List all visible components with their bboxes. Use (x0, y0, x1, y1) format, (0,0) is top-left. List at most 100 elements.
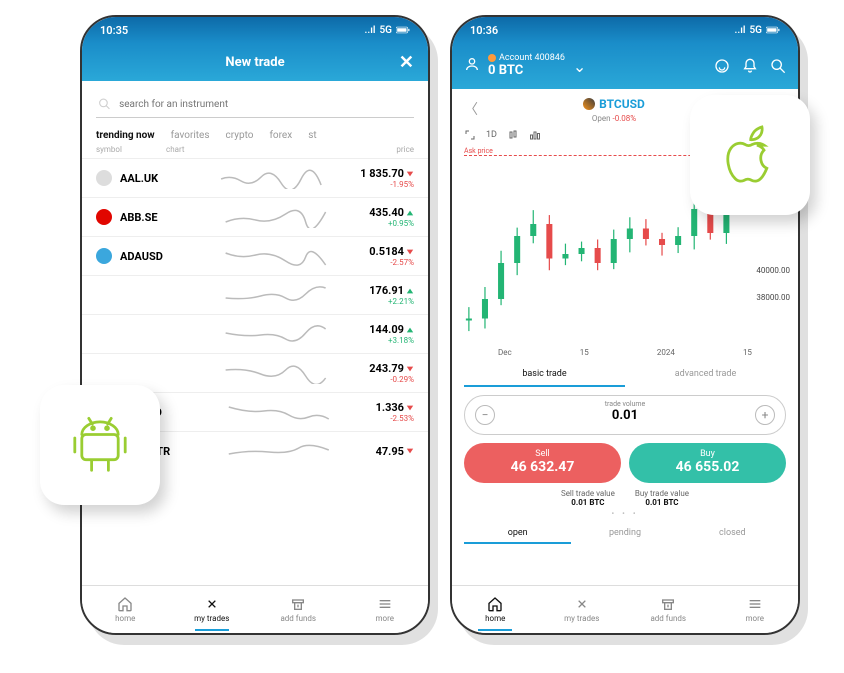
tab-favorites[interactable]: favorites (171, 130, 210, 141)
nav-my-trades[interactable]: my trades (169, 586, 256, 633)
volume-plus-button[interactable]: + (755, 405, 775, 425)
status-bar: 10:35 ..ıl5G (82, 17, 428, 43)
symbol-badge (96, 209, 112, 225)
nav-home[interactable]: home (82, 586, 169, 633)
symbol-name: AAL.UK (120, 172, 182, 185)
search-icon[interactable] (770, 58, 786, 74)
nav-add-funds[interactable]: add funds (625, 586, 712, 633)
tab-forex[interactable]: forex (269, 130, 292, 141)
tab-advanced-trade[interactable]: advanced trade (625, 363, 786, 387)
status-icons: ..ıl5G (735, 25, 780, 36)
status-icons: ..ıl5G (365, 25, 410, 36)
position-state-tabs: open pending closed (464, 524, 786, 544)
sparkline (190, 284, 361, 306)
phone-trade-list: 10:35 ..ıl5G New trade ✕ trending now fa… (80, 15, 430, 635)
price-value: 144.09 (369, 323, 414, 336)
android-badge (40, 385, 160, 505)
screen-title: New trade (225, 55, 284, 70)
price-change: -1.95% (360, 180, 414, 189)
search-field[interactable] (119, 99, 412, 110)
price-change: +3.18% (369, 336, 414, 345)
column-headers: symbol chart price (82, 143, 428, 158)
bottom-nav: homemy tradesadd fundsmore (82, 585, 428, 633)
price-change: -2.53% (376, 414, 414, 423)
y-axis: 40000.00 38000.00 (756, 266, 790, 302)
trade-buttons: Sell 46 632.47 Buy 46 655.02 (464, 443, 786, 483)
pair-symbol: BTCUSD (583, 97, 645, 111)
account-header: Account 400846 0 BTC ⌄ (452, 43, 798, 89)
instrument-row[interactable]: 176.91 +2.21% (82, 275, 428, 314)
clock: 10:36 (470, 24, 498, 37)
trade-mode-tabs: basic trade advanced trade (464, 363, 786, 387)
timeframe-1d[interactable]: 1D (486, 130, 497, 140)
back-icon[interactable]: 〈 (464, 99, 478, 119)
nav-more[interactable]: more (712, 586, 799, 633)
sparkline (190, 401, 368, 423)
apple-icon (715, 120, 785, 190)
volume-minus-button[interactable]: − (475, 405, 495, 425)
indicators-icon[interactable] (529, 129, 541, 141)
price-value: 47.95 (376, 445, 414, 458)
symbol-badge (96, 365, 112, 381)
category-tabs: trending now favorites crypto forex st (82, 124, 428, 143)
sparkline (190, 362, 361, 384)
tab-stocks[interactable]: st (308, 130, 316, 141)
tab-closed[interactable]: closed (679, 524, 786, 544)
sparkline (190, 206, 361, 228)
tab-basic-trade[interactable]: basic trade (464, 363, 625, 387)
account-label: Account 400846 (499, 54, 565, 64)
candle-icon[interactable] (507, 129, 519, 141)
chevron-down-icon[interactable]: ⌄ (573, 57, 586, 76)
sell-button[interactable]: Sell 46 632.47 (464, 443, 621, 483)
volume-value[interactable]: 0.01 (612, 408, 638, 423)
tab-crypto[interactable]: crypto (226, 130, 254, 141)
close-icon[interactable]: ✕ (399, 52, 414, 73)
tab-pending[interactable]: pending (571, 524, 678, 544)
bottom-nav: homemy tradesadd fundsmore (452, 585, 798, 633)
page-dots: • • • (452, 509, 798, 518)
price-value: 243.79 (369, 362, 414, 375)
tab-trending[interactable]: trending now (96, 130, 155, 141)
user-icon[interactable] (464, 56, 480, 76)
nav-more[interactable]: more (342, 586, 429, 633)
search-icon (98, 97, 111, 111)
expand-icon[interactable] (464, 129, 476, 141)
trade-volume-control: − trade volume 0.01 + (464, 395, 786, 435)
instrument-row[interactable]: ADAUSD 0.5184 -2.57% (82, 236, 428, 275)
sparkline (190, 167, 352, 189)
price-change: -2.57% (369, 258, 414, 267)
price-value: 435.40 (369, 206, 414, 219)
status-bar: 10:36 ..ıl5G (452, 17, 798, 43)
symbol-name: ABB.SE (120, 211, 182, 224)
android-icon (65, 410, 135, 480)
support-icon[interactable] (714, 58, 730, 74)
symbol-badge (96, 326, 112, 342)
price-change: +0.95% (369, 219, 414, 228)
tab-open[interactable]: open (464, 524, 571, 544)
trade-value-row: Sell trade value0.01 BTC Buy trade value… (464, 489, 786, 507)
symbol-badge (96, 287, 112, 303)
price-value: 0.5184 (369, 245, 414, 258)
instrument-row[interactable]: AAL.UK 1 835.70 -1.95% (82, 158, 428, 197)
account-balance: 0 BTC (488, 63, 565, 78)
price-value: 1 835.70 (360, 167, 414, 180)
screen-header: New trade ✕ (82, 43, 428, 81)
symbol-badge (96, 248, 112, 264)
buy-button[interactable]: Buy 46 655.02 (629, 443, 786, 483)
nav-home[interactable]: home (452, 586, 539, 633)
nav-my-trades[interactable]: my trades (539, 586, 626, 633)
sparkline (190, 440, 368, 462)
instrument-row[interactable]: 144.09 +3.18% (82, 314, 428, 353)
price-change: +2.21% (369, 297, 414, 306)
symbol-name: ADAUSD (120, 250, 182, 263)
price-value: 1.336 (376, 401, 414, 414)
instrument-row[interactable]: ABB.SE 435.40 +0.95% (82, 197, 428, 236)
bell-icon[interactable] (742, 58, 758, 74)
price-value: 176.91 (369, 284, 414, 297)
apple-badge (690, 95, 810, 215)
sparkline (190, 245, 361, 267)
price-change: -0.29% (369, 375, 414, 384)
nav-add-funds[interactable]: add funds (255, 586, 342, 633)
search-input[interactable] (96, 91, 414, 118)
symbol-badge (96, 170, 112, 186)
